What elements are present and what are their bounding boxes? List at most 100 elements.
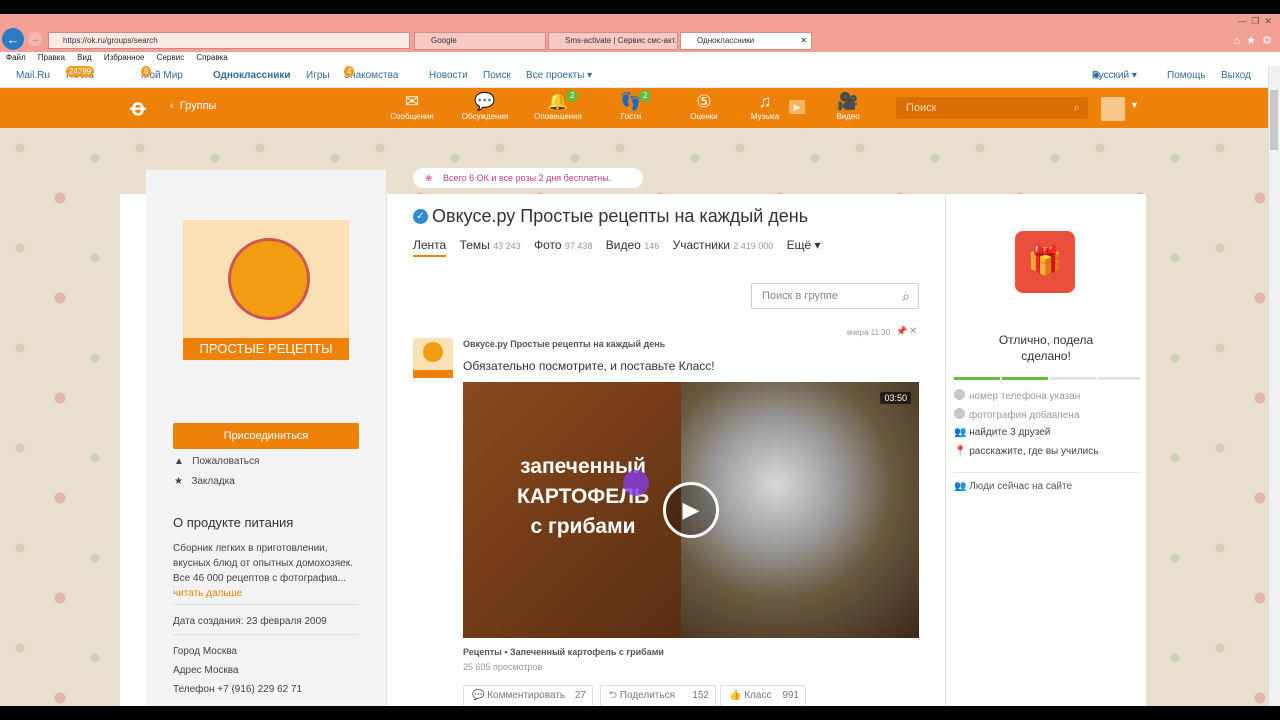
portal-search[interactable]: Поиск [483, 66, 511, 86]
portal-games[interactable]: Игры [306, 66, 330, 86]
user-avatar[interactable] [1101, 97, 1125, 121]
tab-members[interactable]: Участники 2 419 000 [673, 238, 774, 252]
breadcrumb[interactable]: ‹ Группы [170, 100, 216, 112]
menu-edit[interactable]: Правка [38, 53, 65, 62]
search-icon[interactable]: ⌕ [902, 284, 910, 308]
menu-view[interactable]: Вид [77, 53, 91, 62]
video-duration: 03:50 [880, 392, 911, 404]
post-text: Обязательно посмотрите, и поставьте Клас… [463, 359, 715, 373]
menu-file[interactable]: Файл [6, 53, 26, 62]
promo-banner[interactable]: ❀ Всего 6 ОК и все розы 2 дня бесплатны. [413, 168, 643, 188]
tab-count: 97 438 [564, 241, 593, 251]
group-tabs: Лента Темы 43 243 Фото 97 438 Видео 146 … [413, 238, 821, 257]
video-caption[interactable]: Рецепты • Запеченный картофель с грибами [463, 647, 664, 657]
cursor-highlight [623, 470, 649, 496]
phone: Телефон +7 (916) 229 62 71 [173, 684, 303, 695]
tab-videos[interactable]: Видео 146 [606, 238, 659, 252]
tab-feed[interactable]: Лента [413, 238, 447, 257]
bookmark-label: Закладка [191, 476, 235, 487]
scrollbar[interactable] [1268, 66, 1280, 706]
address: Адрес Москва [173, 665, 239, 676]
tab-google[interactable]: Google [414, 32, 546, 50]
header-search-input[interactable]: Поиск ⌕ [896, 97, 1088, 119]
ok-logo-icon[interactable]: ꝋ [128, 94, 148, 122]
screen-bottom-bar [0, 706, 1280, 720]
nav-music[interactable]: ♫ Музыка [735, 88, 795, 128]
congrats-line: сделано! [1021, 349, 1071, 363]
about-line: Сборник легких в приготовлении, [173, 543, 328, 554]
like-label: Класс [744, 690, 772, 701]
group-search-input[interactable]: Поиск в группе ⌕ [751, 283, 919, 309]
read-more-link[interactable]: читать дальше [173, 586, 353, 601]
bookmark-link[interactable]: ★ Закладка [174, 476, 235, 487]
portal-mailru[interactable]: Mail.Ru [16, 66, 50, 86]
search-icon[interactable]: ⌕ [1074, 97, 1080, 119]
checklist-item-phone: номер телефона указан [954, 389, 1080, 402]
menu-tools[interactable]: Сервис [157, 53, 184, 62]
share-button[interactable]: ⮌ Поделиться 152 [600, 685, 716, 707]
address-bar[interactable]: https://ok.ru/groups/search [48, 32, 410, 49]
gift-icon[interactable]: 🎁 [1015, 231, 1075, 293]
play-button[interactable]: ▶ [663, 482, 719, 538]
logout-link[interactable]: Выход [1221, 66, 1251, 86]
rating-icon: ⑤ [696, 92, 712, 111]
nav-discussions[interactable]: 💬 Обсуждения [455, 88, 515, 128]
language-label: Русский ▾ [1092, 70, 1137, 81]
promo-text: Всего 6 ОК и все розы 2 дня бесплатны. [443, 173, 612, 183]
content-frame [120, 194, 146, 710]
portal-news[interactable]: Новости [429, 66, 468, 86]
tab-sms-activate[interactable]: Sms-activate | Сервис смс-акт... [548, 32, 678, 50]
portal-ok[interactable]: Одноклассники [213, 66, 291, 86]
chef-face-icon [423, 342, 443, 362]
close-tab-icon[interactable]: ✕ [800, 33, 807, 49]
group-logo[interactable]: ПРОСТЫЕ РЕЦЕПТЫ [183, 220, 349, 360]
nav-label: Оценки [690, 112, 718, 121]
video-title-line: с грибами [530, 515, 636, 538]
checklist-item-friends[interactable]: 👥 найдите 3 друзей [954, 427, 1050, 438]
video-player[interactable]: запеченный КАРТОФЕЛЬ с грибами ▶ 03:50 [463, 382, 919, 638]
close-icon[interactable]: ✕ [909, 326, 917, 337]
forward-arrow-icon[interactable]: → [28, 32, 42, 46]
progress-segment [1002, 377, 1048, 380]
post-author-avatar[interactable] [413, 338, 453, 378]
like-count: 991 [782, 690, 799, 701]
tab-count: 2 419 000 [733, 241, 774, 251]
warning-icon: ▲ [174, 456, 184, 467]
comment-button[interactable]: 💬 Комментировать 27 [463, 685, 593, 707]
home-star-gear-icons[interactable]: ⌂ ★ ⚙ [1233, 34, 1272, 47]
music-play-icon[interactable]: ▶ [789, 100, 805, 114]
nav-notifications[interactable]: 🔔 Оповещения 2 [528, 88, 588, 128]
nav-ratings[interactable]: ⑤ Оценки [674, 88, 734, 128]
help-link[interactable]: Помощь [1167, 66, 1206, 86]
tab-odnoklassniki[interactable]: Одноклассники ✕ [680, 32, 812, 50]
nav-guests[interactable]: 👣 Гости 2 [601, 88, 661, 128]
tab-photos[interactable]: Фото 97 438 [534, 238, 592, 252]
tab-more[interactable]: Ещё ▾ [787, 238, 821, 252]
tab-label: Участники [672, 238, 730, 252]
scrollbar-thumb[interactable] [1270, 90, 1278, 150]
location-pin-icon: 📍 [954, 446, 967, 457]
screen-top-bar [0, 0, 1280, 14]
post-author[interactable]: Овкусе.ру Простые рецепты на каждый день [463, 339, 665, 349]
divider [954, 472, 1140, 473]
chevron-down-icon[interactable]: ▼ [1130, 100, 1139, 110]
city: Город Москва [173, 646, 237, 657]
progress-segment [1050, 377, 1096, 380]
join-button[interactable]: Присоединиться [173, 423, 359, 449]
people-icon: 👥 [954, 481, 967, 492]
nav-video[interactable]: 🎥 Видео [818, 88, 878, 128]
back-arrow-icon[interactable]: ← [2, 28, 24, 50]
complain-link[interactable]: ▲ Пожаловаться [174, 456, 259, 467]
tab-label: Фото [534, 238, 562, 252]
like-button[interactable]: 👍 Класс 991 [720, 685, 806, 707]
menu-favorites[interactable]: Избранное [104, 53, 145, 62]
people-online-link[interactable]: 👥 Люди сейчас на сайте [954, 481, 1072, 492]
window-controls[interactable]: — ❐ ✕ [1237, 16, 1272, 27]
checklist-item-school[interactable]: 📍 расскажите, где вы учились [954, 446, 1098, 457]
menu-help[interactable]: Справка [196, 53, 227, 62]
tab-topics[interactable]: Темы 43 243 [460, 238, 521, 252]
pin-icon[interactable]: 📌 [896, 326, 907, 337]
nav-messages[interactable]: ✉ Сообщения [382, 88, 442, 128]
portal-all-projects[interactable]: Все проекты ▾ [526, 66, 592, 86]
chat-bubbles-icon: 💬 [474, 92, 496, 111]
